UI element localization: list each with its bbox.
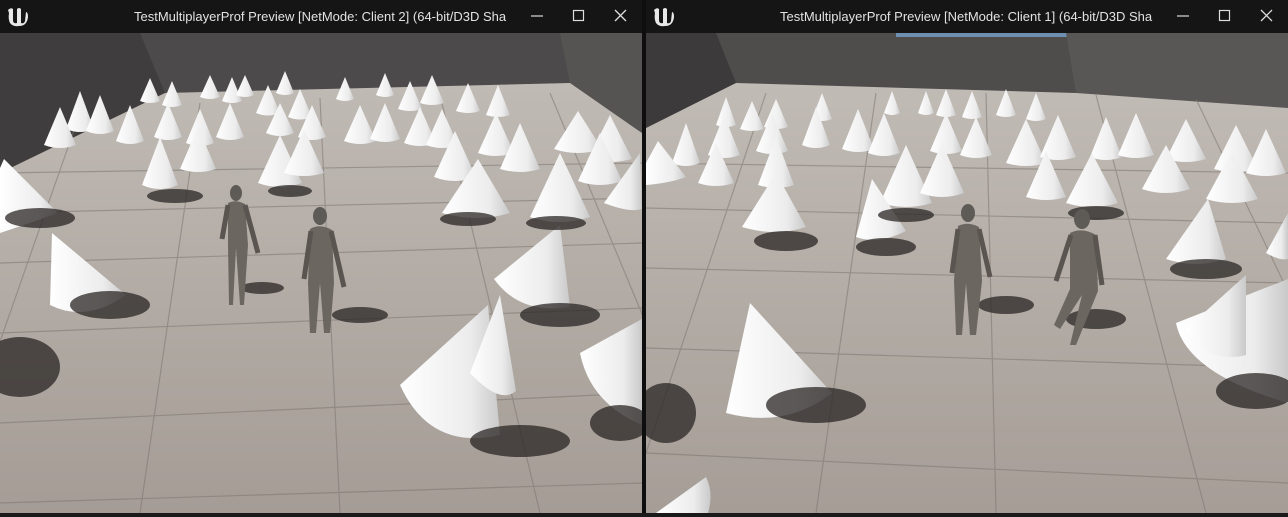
unreal-logo-icon xyxy=(5,4,30,29)
close-icon xyxy=(1260,9,1273,22)
window-title: TestMultiplayerProf Preview [NetMode: Cl… xyxy=(780,9,1153,24)
maximize-button[interactable] xyxy=(566,4,592,28)
title-bar[interactable]: TestMultiplayerProf Preview [NetMode: Cl… xyxy=(646,0,1288,33)
game-viewport[interactable] xyxy=(646,33,1288,513)
minimize-button[interactable] xyxy=(524,4,550,28)
bottom-edge xyxy=(0,513,1288,517)
close-icon xyxy=(614,9,627,22)
minimize-button[interactable] xyxy=(1170,4,1196,28)
game-viewport[interactable] xyxy=(0,33,642,513)
title-bar[interactable]: TestMultiplayerProf Preview [NetMode: Cl… xyxy=(0,0,642,33)
maximize-icon xyxy=(572,9,585,22)
minimize-icon xyxy=(1177,15,1189,17)
window-title: TestMultiplayerProf Preview [NetMode: Cl… xyxy=(134,9,507,24)
maximize-button[interactable] xyxy=(1212,4,1238,28)
close-button[interactable] xyxy=(608,4,634,28)
maximize-icon xyxy=(1218,9,1231,22)
game-window-client-1[interactable]: TestMultiplayerProf Preview [NetMode: Cl… xyxy=(646,0,1288,517)
unreal-logo-icon xyxy=(651,4,676,29)
close-button[interactable] xyxy=(1254,4,1280,28)
game-window-client-2[interactable]: TestMultiplayerProf Preview [NetMode: Cl… xyxy=(0,0,642,517)
minimize-icon xyxy=(531,15,543,17)
